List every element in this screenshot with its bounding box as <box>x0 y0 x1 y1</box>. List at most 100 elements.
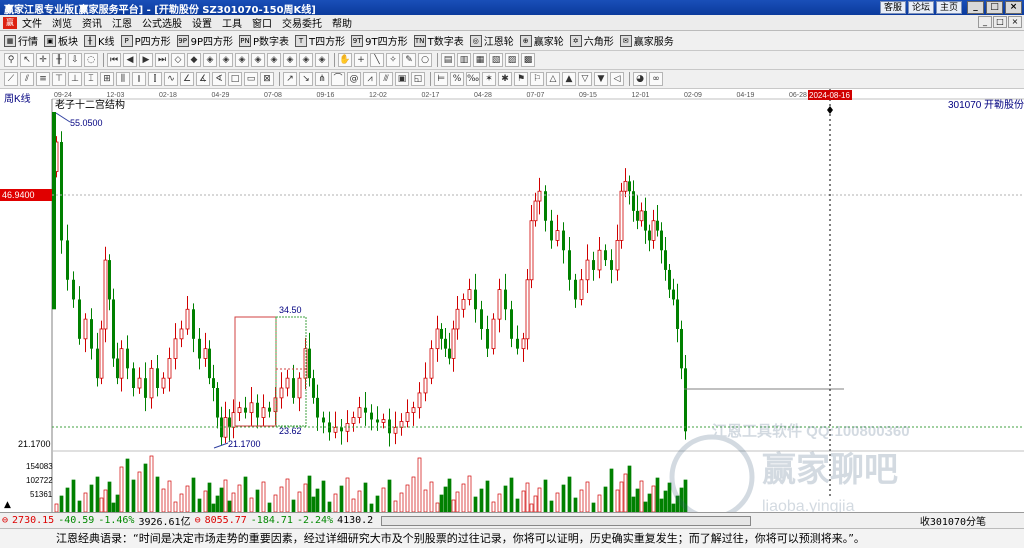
bars-icon[interactable]: ⫼ <box>116 72 130 86</box>
toolbar-9t-square[interactable]: 9T 9T四方形 <box>351 33 408 48</box>
tri-3-icon[interactable]: ▽ <box>578 72 592 86</box>
toolbar-sectors[interactable]: ▣ 板块 <box>44 33 78 48</box>
rect-icon[interactable]: ▭ <box>244 72 258 86</box>
toolbar-quotes[interactable]: ▦ 行情 <box>4 33 38 48</box>
diamond-8-icon[interactable]: ◈ <box>315 53 329 67</box>
doc-icon[interactable]: ▩ <box>521 53 535 67</box>
tri-icon[interactable]: △ <box>546 72 560 86</box>
kline-type-icon[interactable]: ╫ <box>52 53 66 67</box>
tick-info[interactable]: 收301070分笔 <box>920 513 1020 528</box>
gann-box-icon[interactable]: ⊠ <box>260 72 274 86</box>
minimize-button[interactable]: _ <box>967 1 984 14</box>
book-icon[interactable]: ▨ <box>505 53 519 67</box>
shrink-icon[interactable]: ◆ <box>187 53 201 67</box>
expand-icon[interactable]: ◇ <box>171 53 185 67</box>
last-icon[interactable]: ⏭ <box>155 53 169 67</box>
diamond-3-icon[interactable]: ◈ <box>235 53 249 67</box>
parallel-icon[interactable]: ⫽ <box>20 72 34 86</box>
table-icon[interactable]: ▥ <box>457 53 471 67</box>
prev-icon[interactable]: ◀ <box>123 53 137 67</box>
speech-icon[interactable]: ✎ <box>402 53 416 67</box>
angle-icon[interactable]: ∠ <box>180 72 194 86</box>
ruler-icon[interactable]: ⊨ <box>434 72 448 86</box>
customer-service-link[interactable]: 客服 <box>879 1 906 14</box>
forum-link[interactable]: 论坛 <box>907 1 934 14</box>
scroll-up-icon[interactable]: ▲ <box>4 500 11 510</box>
kline-chart[interactable]: 09-24 12-03 02-18 04-29 07-08 09-16 12-02 02-17… <box>0 89 1024 520</box>
plus-icon[interactable]: + <box>354 53 368 67</box>
fib-icon[interactable]: ≡ <box>36 72 50 86</box>
note-icon[interactable]: ▧ <box>489 53 503 67</box>
first-icon[interactable]: ⏮ <box>107 53 121 67</box>
diamond-4-icon[interactable]: ◈ <box>251 53 265 67</box>
mdi-minimize-button[interactable]: _ <box>978 16 992 28</box>
menu-help[interactable]: 帮助 <box>327 15 357 30</box>
cycle-icon[interactable]: ⊥ <box>68 72 82 86</box>
toolbar-9p-square[interactable]: 9P 9P四方形 <box>176 33 233 48</box>
gann-fan-icon[interactable]: ✧ <box>386 53 400 67</box>
diamond-5-icon[interactable]: ◈ <box>267 53 281 67</box>
percent-2-icon[interactable]: ‰ <box>466 72 480 86</box>
chart-icon[interactable]: ◱ <box>411 72 425 86</box>
maximize-button[interactable]: □ <box>986 1 1003 14</box>
flag-icon[interactable]: ⚑ <box>514 72 528 86</box>
square-icon[interactable]: □ <box>228 72 242 86</box>
next-icon[interactable]: ▶ <box>139 53 153 67</box>
mdi-close-button[interactable]: × <box>1008 16 1022 28</box>
mdi-restore-button[interactable]: □ <box>993 16 1007 28</box>
time-icon[interactable]: ⌶ <box>84 72 98 86</box>
trend-down-icon[interactable]: ↘ <box>299 72 313 86</box>
tri-2-icon[interactable]: ▲ <box>562 72 576 86</box>
tri-4-icon[interactable]: ▼ <box>594 72 608 86</box>
menu-file[interactable]: 文件 <box>17 15 47 30</box>
menu-formula[interactable]: 公式选股 <box>137 15 187 30</box>
tri-5-icon[interactable]: ◁ <box>610 72 624 86</box>
gann-line-icon[interactable]: ⊤ <box>52 72 66 86</box>
color-wheel-icon[interactable]: ◕ <box>633 72 647 86</box>
cross-icon[interactable]: ✛ <box>36 53 50 67</box>
square-9-icon[interactable]: ▣ <box>395 72 409 86</box>
bars-3-icon[interactable]: ⫿ <box>148 72 162 86</box>
menu-settings[interactable]: 设置 <box>187 15 217 30</box>
toolbar-p-square[interactable]: P P四方形 <box>120 33 171 48</box>
ray-icon[interactable]: ⟋ <box>4 72 18 86</box>
spiral-icon[interactable]: @ <box>347 72 361 86</box>
toolbar-p-table[interactable]: PN P数字表 <box>239 33 289 48</box>
trend-up-icon[interactable]: ↗ <box>283 72 297 86</box>
hand-icon[interactable]: ✋ <box>338 53 352 67</box>
star-icon[interactable]: ✶ <box>482 72 496 86</box>
line-icon[interactable]: ╲ <box>370 53 384 67</box>
diamond-6-icon[interactable]: ◈ <box>283 53 297 67</box>
menu-window[interactable]: 窗口 <box>247 15 277 30</box>
circle-icon[interactable]: ○ <box>418 53 432 67</box>
angle-3-icon[interactable]: ∢ <box>212 72 226 86</box>
angle-2-icon[interactable]: ∡ <box>196 72 210 86</box>
toolbar-kline[interactable]: ╫ K线 <box>84 33 115 48</box>
zigzag-icon[interactable]: ⩘ <box>363 72 377 86</box>
diamond-2-icon[interactable]: ◈ <box>219 53 233 67</box>
arc-icon[interactable]: ⌒ <box>331 72 345 86</box>
menu-gann[interactable]: 江恩 <box>107 15 137 30</box>
bars-2-icon[interactable]: ⫾ <box>132 72 146 86</box>
homepage-link[interactable]: 主页 <box>935 1 962 14</box>
toolbar-t-square[interactable]: T T四方形 <box>295 33 345 48</box>
zoom-icon[interactable]: ⚲ <box>4 53 18 67</box>
toolbar-service[interactable]: ✉ 赢家服务 <box>619 33 674 48</box>
wave-icon[interactable]: ∿ <box>164 72 178 86</box>
glasses-icon[interactable]: ∞ <box>649 72 663 86</box>
period-icon[interactable]: ◌ <box>84 53 98 67</box>
calc-icon[interactable]: ▤ <box>441 53 455 67</box>
menu-browse[interactable]: 浏览 <box>47 15 77 30</box>
mark-icon[interactable]: ✱ <box>498 72 512 86</box>
menu-info[interactable]: 资讯 <box>77 15 107 30</box>
diamond-icon[interactable]: ◈ <box>203 53 217 67</box>
toolbar-gann-wheel[interactable]: ◎ 江恩轮 <box>469 33 514 48</box>
chart-area[interactable]: 09-24 12-03 02-18 04-29 07-08 09-16 12-02 02-17… <box>0 89 1024 520</box>
fan-icon[interactable]: ⋔ <box>315 72 329 86</box>
toolbar-t-table[interactable]: TN T数字表 <box>413 33 464 48</box>
menu-trade[interactable]: 交易委托 <box>277 15 327 30</box>
grid-line-icon[interactable]: ⊞ <box>100 72 114 86</box>
pointer-icon[interactable]: ↖ <box>20 53 34 67</box>
percent-icon[interactable]: % <box>450 72 464 86</box>
close-button[interactable]: × <box>1005 1 1022 14</box>
